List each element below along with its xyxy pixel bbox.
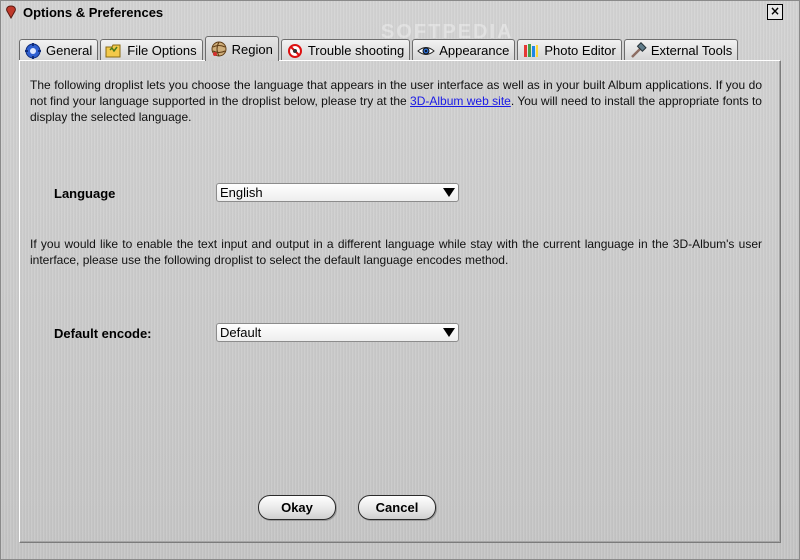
web-site-link[interactable]: 3D-Album web site (410, 94, 511, 108)
okay-button[interactable]: Okay (258, 495, 336, 520)
tab-photo-editor[interactable]: Photo Editor (517, 39, 622, 61)
tab-bar: General File Options Region Trouble shoo… (19, 36, 740, 61)
tab-region-label: Region (231, 41, 273, 57)
tab-general-label: General (46, 43, 93, 58)
no-entry-icon (286, 42, 304, 60)
tab-appearance-label: Appearance (439, 43, 510, 58)
chevron-down-icon (440, 184, 458, 201)
cancel-button[interactable]: Cancel (358, 495, 436, 520)
tab-file-options-label: File Options (127, 43, 197, 58)
eye-icon (417, 42, 435, 60)
region-panel: The following droplist lets you choose t… (19, 60, 781, 543)
tab-external-tools[interactable]: External Tools (623, 39, 739, 61)
tab-photo-editor-label: Photo Editor (544, 43, 616, 58)
paint-brushes-icon (522, 42, 540, 60)
folder-icon (105, 42, 123, 60)
hammer-icon (629, 41, 647, 60)
default-encode-label: Default encode: (54, 326, 152, 341)
tab-trouble-shooting-label: Trouble shooting (307, 43, 405, 58)
options-window: Options & Preferences × SOFTPEDIA Genera… (0, 0, 800, 560)
tab-file-options[interactable]: File Options (100, 39, 203, 61)
default-encode-value: Default (220, 325, 262, 340)
default-encode-dropdown[interactable]: Default (216, 323, 459, 342)
tab-general[interactable]: General (19, 39, 99, 61)
window-title: Options & Preferences (23, 4, 164, 20)
tab-external-tools-label: External Tools (650, 43, 733, 58)
language-value: English (220, 185, 263, 200)
globe-icon (210, 40, 228, 58)
gear-icon (24, 42, 42, 60)
language-label: Language (54, 186, 116, 201)
tab-region[interactable]: Region (204, 36, 279, 61)
tab-appearance[interactable]: Appearance (412, 39, 516, 61)
language-dropdown[interactable]: English (216, 183, 459, 202)
title-bar: Options & Preferences × (1, 1, 799, 23)
language-intro-text: The following droplist lets you choose t… (30, 77, 762, 125)
encode-description-text: If you would like to enable the text inp… (30, 237, 762, 267)
chevron-down-icon (440, 324, 458, 341)
app-logo-icon (5, 5, 17, 20)
close-button[interactable]: × (767, 4, 783, 20)
tab-trouble-shooting[interactable]: Trouble shooting (280, 39, 411, 61)
